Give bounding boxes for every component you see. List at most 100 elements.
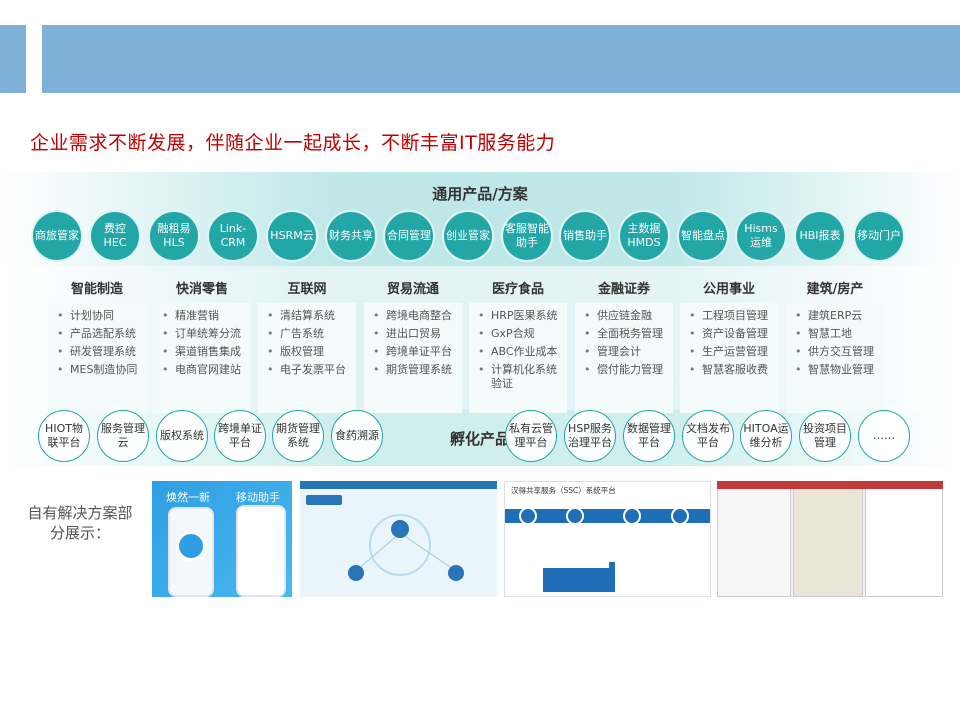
product-circle: 合同管理 [383,210,435,262]
product-circle: 商旅管家 [31,210,83,262]
shot-caption: 焕然一新 [166,491,210,504]
sector-title: 建筑/房产 [806,282,864,297]
shot-title: 汉得共享服务（SSC）系统平台 [511,486,616,495]
sector-title: 智能制造 [70,282,123,297]
slide-subtitle: 企业需求不断发展，伴随企业一起成长，不断丰富IT服务能力 [30,132,556,154]
incubation-circle: 跨境单证平台 [214,410,266,462]
sector-column: 贸易流通 跨境电商整合 进出口贸易 跨境单证平台 期货管理系统 [364,278,462,413]
sector-item: MES制造协同 [54,363,142,377]
general-products-row: 商旅管家 费控HEC 融租易HLS Link-CRM HSRM云 财务共享 合同… [31,210,931,266]
shot-caption: 移动助手 [236,491,280,504]
product-circle: 智能盘点 [677,210,729,262]
sector-box: HRP医果系统 GxP合规 ABC作业成本 计算机化系统验证 [469,303,567,413]
incubation-circle: 文档发布平台 [682,410,734,462]
app-header [717,481,943,489]
sector-item: 研发管理系统 [54,345,142,359]
sector-box: 工程项目管理 资产设备管理 生产运营管理 智慧客服收费 [680,303,778,413]
sector-item: 全面税务管理 [581,327,669,341]
flow-block [543,568,609,592]
sector-box: 计划协同 产品选配系统 研发管理系统 MES制造协同 [48,303,146,413]
product-circle: 财务共享 [325,210,377,262]
map-view [793,481,863,597]
incubation-circle: HSP服务治理平台 [564,410,616,462]
product-circle: Hisms运维 [735,210,787,262]
sector-item: 进出口贸易 [370,327,458,341]
incubation-circle: 食药溯源 [331,410,383,462]
feature-circle [519,507,537,525]
sector-item: GxP合规 [475,327,563,341]
sector-box: 供应链金融 全面税务管理 管理会计 偿付能力管理 [575,303,673,413]
showcase-ssc-platform: 汉得共享服务（SSC）系统平台 [504,481,711,597]
sector-item: 电子发票平台 [264,363,352,377]
incubation-circle: …… [858,410,910,462]
sector-item: 建筑ERP云 [792,309,880,323]
phone-grid [717,481,791,597]
sector-item: 跨境电商整合 [370,309,458,323]
sector-title: 贸易流通 [386,282,439,297]
incubation-circle: HIOT物联平台 [38,410,90,462]
incubation-circle: 投资项目管理 [799,410,851,462]
sector-item: 工程项目管理 [686,309,774,323]
sector-column: 金融证券 供应链金融 全面税务管理 管理会计 偿付能力管理 [575,278,673,413]
app-logo-icon [176,531,206,561]
incubation-circle: 版权系统 [156,410,208,462]
phone-mockup [236,505,286,597]
feature-circle [566,507,584,525]
sector-item: 智慧客服收费 [686,363,774,377]
sector-column: 智能制造 计划协同 产品选配系统 研发管理系统 MES制造协同 [48,278,146,413]
sector-item: 期货管理系统 [370,363,458,377]
sector-item: 清结算系统 [264,309,352,323]
incubation-circle: 私有云管理平台 [505,410,557,462]
sector-item: HRP医果系统 [475,309,563,323]
sector-item: 版权管理 [264,345,352,359]
sector-item: 计划协同 [54,309,142,323]
product-circle: HBI报表 [794,210,846,262]
sector-column: 快消零售 精准营销 订单统筹分流 渠道销售集成 电商官网建站 [153,278,251,413]
sector-item: 管理会计 [581,345,669,359]
sector-item: 电商官网建站 [159,363,247,377]
incubation-circle: HITOA运维分析 [740,410,792,462]
sector-item: 偿付能力管理 [581,363,669,377]
sector-box: 清结算系统 广告系统 版权管理 电子发票平台 [258,303,356,413]
sector-item: 精准营销 [159,309,247,323]
flow-block [609,562,615,592]
product-circle: 费控HEC [89,210,141,262]
sector-column: 公用事业 工程项目管理 资产设备管理 生产运营管理 智慧客服收费 [680,278,778,413]
sector-item: 智慧工地 [792,327,880,341]
sector-item: 供应链金融 [581,309,669,323]
sector-title: 快消零售 [175,282,228,297]
header-accent [0,25,26,93]
product-circle: 移动门户 [853,210,905,262]
sector-column: 建筑/房产 建筑ERP云 智慧工地 供方交互管理 智慧物业管理 [786,278,884,413]
sector-item: ABC作业成本 [475,345,563,359]
chart-view [865,481,943,597]
sector-box: 跨境电商整合 进出口贸易 跨境单证平台 期货管理系统 [364,303,462,413]
sector-column: 互联网 清结算系统 广告系统 版权管理 电子发票平台 [258,278,356,413]
showcase-mobile-app: 焕然一新 移动助手 [152,481,292,597]
product-circle: 融租易HLS [148,210,200,262]
feature-circle [623,507,641,525]
sector-item: 渠道销售集成 [159,345,247,359]
product-circle: 创业管家 [442,210,494,262]
sector-item: 跨境单证平台 [370,345,458,359]
header-bar [42,25,960,93]
sector-item: 订单统筹分流 [159,327,247,341]
sector-item: 生产运营管理 [686,345,774,359]
incubation-circle: 期货管理系统 [272,410,324,462]
shot-top-bar [300,481,497,489]
showcase-mobile-map [717,481,943,597]
sector-box: 建筑ERP云 智慧工地 供方交互管理 智慧物业管理 [786,303,884,413]
sector-column: 医疗食品 HRP医果系统 GxP合规 ABC作业成本 计算机化系统验证 [469,278,567,413]
product-circle: 主数据HMDS [618,210,670,262]
slide: 企业需求不断发展，伴随企业一起成长，不断丰富IT服务能力 通用产品/方案 商旅管… [0,0,960,720]
sector-item: 广告系统 [264,327,352,341]
product-circle: 客服智能助手 [501,210,553,262]
sector-item: 资产设备管理 [686,327,774,341]
sector-box: 精准营销 订单统筹分流 渠道销售集成 电商官网建站 [153,303,251,413]
sector-item: 智慧物业管理 [792,363,880,377]
sector-title: 互联网 [287,282,327,297]
sector-title: 公用事业 [702,282,755,297]
incubation-circle: 数据管理平台 [623,410,675,462]
showcase-label: 自有解决方案部分展示： [27,504,133,542]
sector-title: 医疗食品 [491,282,544,297]
